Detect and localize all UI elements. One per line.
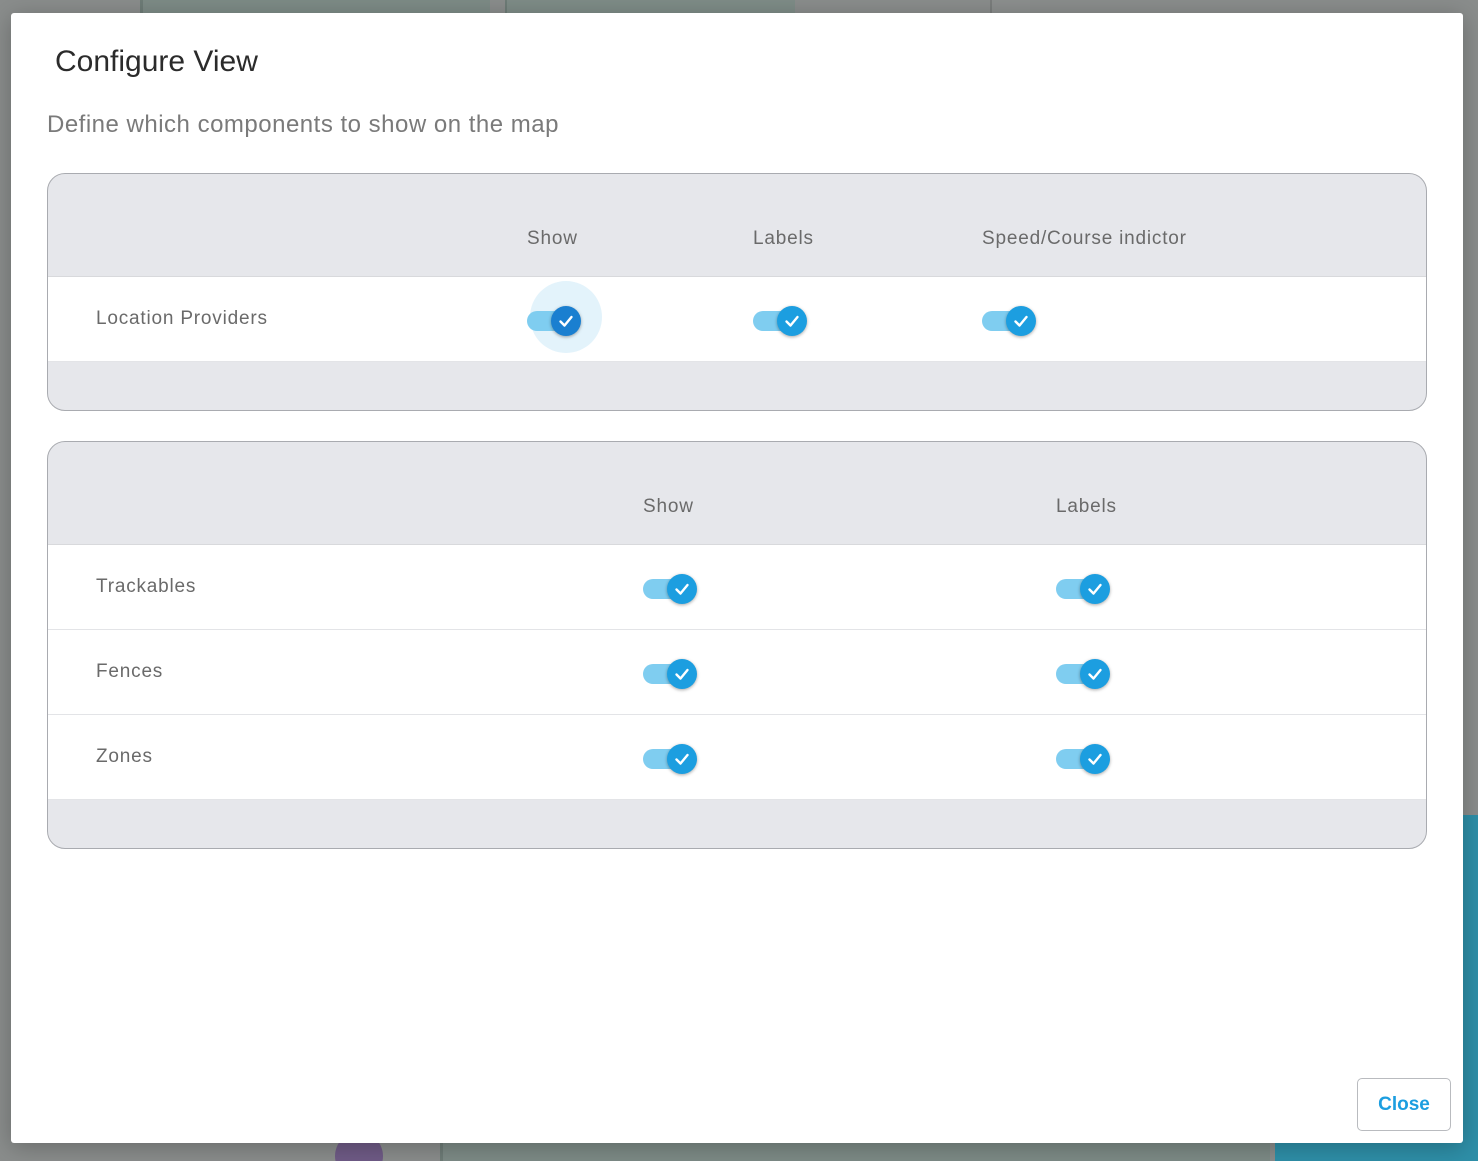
check-icon xyxy=(551,306,581,336)
table-row: Zones xyxy=(48,715,1426,800)
row-label-fences: Fences xyxy=(96,661,164,682)
background-map-panel xyxy=(440,1143,1270,1161)
check-icon xyxy=(1080,744,1110,774)
location-providers-show-toggle[interactable] xyxy=(527,281,602,353)
check-icon xyxy=(1080,659,1110,689)
layers-panel: Show Labels Trackables Fences Zones xyxy=(47,441,1427,849)
background-side-panel xyxy=(1275,1140,1478,1161)
zones-labels-toggle[interactable] xyxy=(1056,742,1112,776)
column-header-speed-course: Speed/Course indictor xyxy=(982,228,1187,249)
dialog-title: Configure View xyxy=(55,45,258,78)
table-row: Location Providers xyxy=(48,277,1426,362)
column-header-show: Show xyxy=(527,228,578,249)
location-providers-labels-toggle[interactable] xyxy=(753,304,809,338)
configure-view-dialog: Configure View Define which components t… xyxy=(11,13,1463,1143)
column-header-labels: Labels xyxy=(753,228,814,249)
layers-panel-header: Show Labels xyxy=(48,442,1426,545)
location-providers-speed-course-toggle[interactable] xyxy=(982,304,1038,338)
providers-panel-header: Show Labels Speed/Course indictor xyxy=(48,174,1426,277)
check-icon xyxy=(667,574,697,604)
table-row: Fences xyxy=(48,630,1426,715)
fences-labels-toggle[interactable] xyxy=(1056,657,1112,691)
check-icon xyxy=(667,659,697,689)
check-icon xyxy=(1080,574,1110,604)
dialog-subtitle: Define which components to show on the m… xyxy=(47,111,559,138)
trackables-show-toggle[interactable] xyxy=(643,572,699,606)
table-row: Trackables xyxy=(48,545,1426,630)
check-icon xyxy=(777,306,807,336)
providers-panel: Show Labels Speed/Course indictor Locati… xyxy=(47,173,1427,411)
close-button[interactable]: Close xyxy=(1357,1078,1451,1131)
background-map-panel xyxy=(990,0,1030,14)
row-label-trackables: Trackables xyxy=(96,576,197,597)
check-icon xyxy=(667,744,697,774)
row-label-zones: Zones xyxy=(96,746,153,767)
column-header-labels: Labels xyxy=(1056,496,1117,517)
background-map-panel xyxy=(140,0,490,14)
column-header-show: Show xyxy=(643,496,694,517)
row-label-location-providers: Location Providers xyxy=(96,308,268,329)
trackables-labels-toggle[interactable] xyxy=(1056,572,1112,606)
zones-show-toggle[interactable] xyxy=(643,742,699,776)
background-map-panel xyxy=(505,0,795,14)
check-icon xyxy=(1006,306,1036,336)
fences-show-toggle[interactable] xyxy=(643,657,699,691)
